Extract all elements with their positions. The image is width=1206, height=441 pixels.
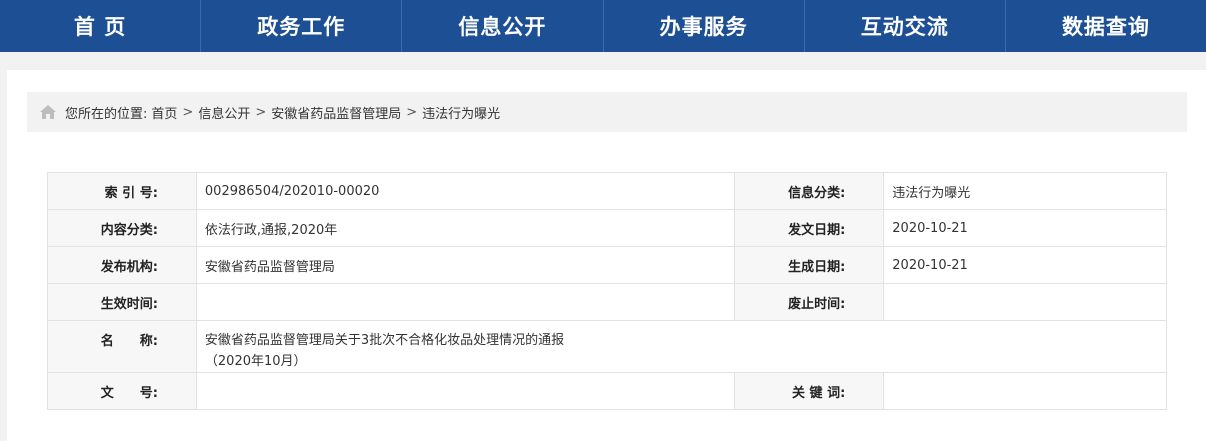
- breadcrumb-home[interactable]: 首页: [151, 103, 177, 122]
- table-row: 内容分类: 依法行政,通报,2020年 发文日期: 2020-10-21: [47, 209, 1167, 247]
- nav-item-home[interactable]: 首 页: [0, 0, 202, 52]
- keywords-value: [883, 372, 1167, 410]
- table-row: 生效时间: 废止时间:: [47, 283, 1167, 321]
- breadcrumb-separator: >: [182, 104, 194, 120]
- info-category-label: 信息分类:: [734, 172, 885, 210]
- nav-item-services[interactable]: 办事服务: [604, 0, 805, 52]
- expiry-time-label: 废止时间:: [734, 283, 885, 321]
- title-line-1: 安徽省药品监督管理局关于3批次不合格化妆品处理情况的通报: [204, 333, 565, 348]
- content-category-label: 内容分类:: [47, 209, 197, 247]
- breadcrumb-info-disclosure[interactable]: 信息公开: [198, 103, 250, 122]
- home-icon: [40, 105, 56, 119]
- publisher-label: 发布机构:: [47, 246, 197, 284]
- table-row: 发布机构: 安徽省药品监督管理局 生成日期: 2020-10-21: [47, 246, 1167, 284]
- breadcrumb-bureau[interactable]: 安徽省药品监督管理局: [271, 103, 401, 122]
- content-category-value: 依法行政,通报,2020年: [195, 209, 736, 247]
- breadcrumb-separator: >: [406, 104, 418, 120]
- index-no-value: 002986504/202010-00020: [195, 172, 736, 210]
- keywords-label: 关 键 词:: [734, 372, 885, 410]
- breadcrumb-prefix: 您所在的位置:: [65, 106, 148, 122]
- top-nav: 首 页 政务工作 信息公开 办事服务 互动交流 数据查询: [0, 0, 1206, 52]
- issue-date-label: 发文日期:: [734, 209, 885, 247]
- index-no-label: 索 引 号:: [47, 172, 197, 210]
- main-content: 您所在的位置: 首页 > 信息公开 > 安徽省药品监督管理局 > 违法行为曝光 …: [7, 70, 1206, 441]
- title-label: 名 称:: [47, 320, 197, 373]
- nav-item-data-query[interactable]: 数据查询: [1006, 0, 1206, 52]
- breadcrumb-violations[interactable]: 违法行为曝光: [422, 103, 500, 122]
- nav-item-info-disclosure[interactable]: 信息公开: [402, 0, 604, 52]
- generate-date-value: 2020-10-21: [883, 246, 1167, 284]
- doc-no-value: [195, 372, 736, 410]
- title-value: 安徽省药品监督管理局关于3批次不合格化妆品处理情况的通报 （2020年10月）: [195, 320, 1168, 373]
- info-category-value: 违法行为曝光: [883, 172, 1167, 210]
- nav-spacer: [0, 52, 1206, 70]
- table-row: 名 称: 安徽省药品监督管理局关于3批次不合格化妆品处理情况的通报 （2020年…: [47, 320, 1168, 373]
- expiry-time-value: [883, 283, 1167, 321]
- breadcrumb: 您所在的位置: 首页 > 信息公开 > 安徽省药品监督管理局 > 违法行为曝光: [27, 92, 1187, 132]
- effective-time-value: [195, 283, 736, 321]
- issue-date-value: 2020-10-21: [883, 209, 1167, 247]
- document-metadata-table: 索 引 号: 002986504/202010-00020 信息分类: 违法行为…: [47, 172, 1168, 410]
- nav-item-interaction[interactable]: 互动交流: [805, 0, 1006, 52]
- table-row: 文 号: 关 键 词:: [47, 372, 1167, 410]
- title-line-2: （2020年10月）: [204, 354, 307, 369]
- doc-no-label: 文 号:: [47, 372, 197, 410]
- nav-item-government-work[interactable]: 政务工作: [201, 0, 403, 52]
- table-row: 索 引 号: 002986504/202010-00020 信息分类: 违法行为…: [47, 172, 1167, 210]
- effective-time-label: 生效时间:: [47, 283, 197, 321]
- generate-date-label: 生成日期:: [734, 246, 885, 284]
- breadcrumb-separator: >: [255, 104, 267, 120]
- publisher-value: 安徽省药品监督管理局: [195, 246, 736, 284]
